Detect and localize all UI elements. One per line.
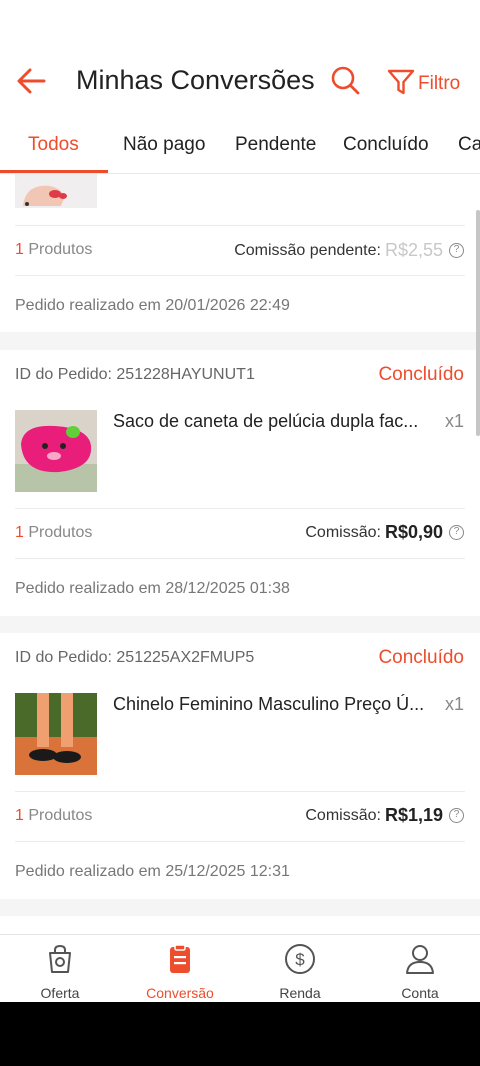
search-button[interactable] bbox=[328, 62, 364, 98]
divider bbox=[15, 841, 465, 842]
svg-text:$: $ bbox=[295, 950, 305, 969]
orders-list[interactable]: 1 Produtos Comissão pendente: R$2,55 ? P… bbox=[0, 174, 480, 934]
clipboard-icon bbox=[170, 944, 190, 973]
filter-label: Filtro bbox=[418, 73, 461, 94]
search-icon bbox=[331, 66, 360, 95]
page-title: Minhas Conversões bbox=[76, 65, 315, 95]
quantity: x1 bbox=[444, 694, 464, 714]
order-date: Pedido realizado em 25/12/2025 12:31 bbox=[15, 863, 290, 880]
active-tab-indicator bbox=[0, 170, 108, 173]
quantity: x1 bbox=[444, 411, 464, 431]
product-thumbnail bbox=[15, 693, 97, 775]
dollar-circle-icon: $ bbox=[285, 944, 315, 974]
commission-label: Comissão pendente: bbox=[234, 241, 381, 259]
order-date: Pedido realizado em 20/01/2026 22:49 bbox=[15, 297, 290, 314]
commission: Comissão: R$0,90 ? bbox=[305, 522, 464, 543]
order-card[interactable] bbox=[0, 916, 480, 934]
nav-label: Renda bbox=[279, 985, 321, 1001]
order-card[interactable]: ID do Pedido: 251228HAYUNUT1 Concluído S… bbox=[0, 350, 480, 616]
product-name[interactable]: Chinelo Feminino Masculino Preço Ú... bbox=[113, 694, 433, 715]
commission-value: R$2,55 bbox=[384, 240, 443, 260]
nav-renda[interactable]: $ Renda bbox=[240, 935, 360, 1002]
nav-label: Conta bbox=[401, 985, 439, 1001]
help-icon[interactable]: ? bbox=[449, 525, 464, 540]
tab-cancelado[interactable]: Ca bbox=[458, 122, 480, 172]
scrollbar[interactable] bbox=[476, 210, 480, 436]
product-count: 1 Produtos bbox=[15, 807, 93, 824]
commission-label: Comissão: bbox=[305, 523, 381, 541]
status-tabs: Todos Não pago Pendente Concluído Ca bbox=[0, 122, 480, 174]
tab-concluido[interactable]: Concluído bbox=[343, 122, 429, 172]
nav-oferta[interactable]: Oferta bbox=[0, 935, 120, 1002]
nav-label: Conversão bbox=[146, 985, 214, 1001]
order-id: ID do Pedido: 251225AX2FMUP5 bbox=[15, 649, 255, 666]
status-badge: Concluído bbox=[378, 364, 464, 385]
user-icon bbox=[406, 945, 434, 974]
nav-label: Oferta bbox=[40, 985, 80, 1001]
product-count: 1 Produtos bbox=[15, 241, 93, 258]
product-name[interactable]: Saco de caneta de pelúcia dupla fac... bbox=[113, 411, 433, 432]
nav-conversao[interactable]: Conversão bbox=[120, 935, 240, 1002]
funnel-icon bbox=[387, 69, 415, 95]
help-icon[interactable]: ? bbox=[449, 808, 464, 823]
divider bbox=[15, 508, 465, 509]
shopping-bag-icon bbox=[49, 944, 71, 973]
product-thumbnail bbox=[15, 174, 97, 208]
status-badge: Concluído bbox=[378, 647, 464, 668]
divider bbox=[15, 558, 465, 559]
divider bbox=[15, 225, 465, 226]
commission-value: R$0,90 bbox=[384, 522, 443, 542]
order-id: ID do Pedido: 251228HAYUNUT1 bbox=[15, 366, 255, 383]
nav-conta[interactable]: Conta bbox=[360, 935, 480, 1002]
product-thumbnail bbox=[15, 410, 97, 492]
commission: Comissão pendente: R$2,55 ? bbox=[234, 240, 464, 261]
order-card[interactable]: 1 Produtos Comissão pendente: R$2,55 ? P… bbox=[0, 174, 480, 332]
commission-value: R$1,19 bbox=[384, 805, 443, 825]
filter-button[interactable]: Filtro bbox=[386, 64, 460, 100]
top-bar: Minhas Conversões Filtro bbox=[0, 0, 480, 122]
order-card[interactable]: ID do Pedido: 251225AX2FMUP5 Concluído C… bbox=[0, 633, 480, 899]
commission: Comissão: R$1,19 ? bbox=[305, 805, 464, 826]
divider bbox=[15, 275, 465, 276]
help-icon[interactable]: ? bbox=[449, 243, 464, 258]
tab-pendente[interactable]: Pendente bbox=[235, 122, 316, 172]
tab-nao-pago[interactable]: Não pago bbox=[123, 122, 205, 172]
back-button[interactable] bbox=[14, 62, 52, 100]
tab-todos[interactable]: Todos bbox=[28, 122, 79, 172]
bottom-nav: Oferta Conversão $ Renda Conta bbox=[0, 934, 480, 1002]
app-screen: Minhas Conversões Filtro Todos Não pago … bbox=[0, 0, 480, 1002]
arrow-left-icon bbox=[17, 68, 46, 94]
divider bbox=[15, 791, 465, 792]
order-date: Pedido realizado em 28/12/2025 01:38 bbox=[15, 580, 290, 597]
commission-label: Comissão: bbox=[305, 806, 381, 824]
product-count: 1 Produtos bbox=[15, 524, 93, 541]
